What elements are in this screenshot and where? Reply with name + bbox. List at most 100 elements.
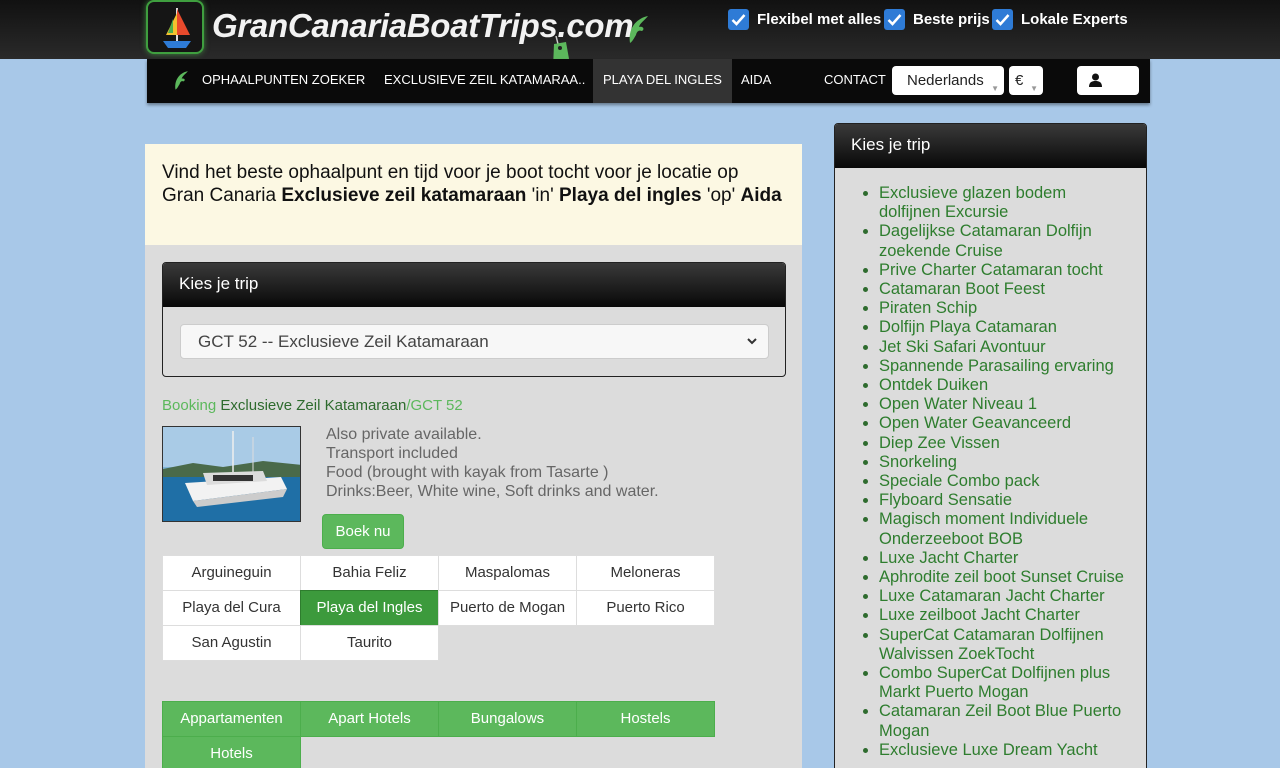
trip-link[interactable]: Catamaran Zeil Boot Blue Puerto Mogan — [879, 702, 1121, 739]
trip-link[interactable]: Luxe Catamaran Jacht Charter — [879, 587, 1105, 605]
alert-location: Playa del ingles — [559, 185, 702, 206]
dolphin-home-icon[interactable] — [171, 69, 191, 91]
catamaran-image — [162, 426, 301, 522]
chevron-down-icon — [746, 325, 758, 370]
trip-list-item[interactable]: Flyboard Sensatie — [879, 491, 1131, 510]
nav-contact[interactable]: CONTACT — [824, 59, 886, 103]
trip-list-item[interactable]: Piraten Schip — [879, 299, 1131, 318]
nav-pickup-finder[interactable]: OPHAALPUNTEN ZOEKER — [202, 59, 365, 103]
trip-list-item[interactable]: Exclusieve glazen bodem dolfijnen Excurs… — [879, 184, 1131, 222]
location-button[interactable]: Arguineguin — [162, 555, 301, 591]
trip-list-item[interactable]: Diep Zee Vissen — [879, 434, 1131, 453]
language-select[interactable]: Nederlands ▼ — [892, 66, 1004, 95]
location-button[interactable]: San Agustin — [162, 625, 301, 661]
location-button[interactable]: Taurito — [300, 625, 439, 661]
trip-list-item[interactable]: Catamaran Zeil Boot Blue Puerto Mogan — [879, 702, 1131, 740]
trip-list-item[interactable]: Ontdek Duiken — [879, 376, 1131, 395]
trip-list-item[interactable]: Dolfijn Playa Catamaran — [879, 318, 1131, 337]
accommodation-type-button[interactable]: Hotels — [162, 736, 301, 768]
trip-link[interactable]: Diep Zee Vissen — [879, 434, 1000, 452]
nav-trip[interactable]: EXCLUSIEVE ZEIL KATAMARAA.. — [384, 59, 585, 103]
caret-down-icon: ▼ — [1030, 84, 1038, 93]
trip-link[interactable]: Jet Ski Safari Avontuur — [879, 338, 1046, 356]
accommodation-type-button[interactable]: Apart Hotels — [300, 701, 439, 737]
trip-list-item[interactable]: Open Water Geavanceerd — [879, 414, 1131, 433]
feature-label: Lokale Experts — [1021, 11, 1128, 28]
user-icon — [1089, 73, 1102, 87]
currency-value: € — [1015, 72, 1024, 89]
book-now-button[interactable]: Boek nu — [322, 514, 404, 549]
feature-label: Beste prijs — [913, 11, 990, 28]
trip-link[interactable]: Piraten Schip — [879, 299, 977, 317]
trip-link[interactable]: Luxe Jacht Charter — [879, 549, 1018, 567]
main-content: Vind het beste ophaalpunt en tijd voor j… — [145, 144, 802, 768]
trip-list-item[interactable]: Magisch moment Individuele Onderzeeboot … — [879, 510, 1131, 548]
description-line: Also private available. — [326, 426, 482, 443]
trip-list-item[interactable]: Luxe Jacht Charter — [879, 549, 1131, 568]
breadcrumb-code: /GCT 52 — [406, 397, 463, 414]
sailboat-logo-icon[interactable] — [146, 0, 204, 54]
accommodation-type-button[interactable]: Bungalows — [438, 701, 577, 737]
trip-list-item[interactable]: Dagelijkse Catamaran Dolfijn zoekende Cr… — [879, 222, 1131, 260]
trip-link[interactable]: Exclusieve glazen bodem dolfijnen Excurs… — [879, 184, 1066, 221]
currency-select[interactable]: € ▼ — [1009, 66, 1043, 95]
trip-list: Exclusieve glazen bodem dolfijnen Excurs… — [861, 184, 1131, 760]
checkbox-icon — [992, 9, 1013, 30]
trip-list-item[interactable]: Exclusieve Luxe Dream Yacht — [879, 741, 1131, 760]
main-navbar: OPHAALPUNTEN ZOEKER EXCLUSIEVE ZEIL KATA… — [147, 59, 1150, 103]
language-value: Nederlands — [907, 72, 984, 89]
location-button[interactable]: Puerto Rico — [576, 590, 715, 626]
trip-link[interactable]: Prive Charter Catamaran tocht — [879, 261, 1103, 279]
trip-link[interactable]: Dolfijn Playa Catamaran — [879, 318, 1057, 336]
trip-link[interactable]: Snorkeling — [879, 453, 957, 471]
trip-select[interactable]: GCT 52 -- Exclusieve Zeil Katamaraan — [180, 324, 769, 359]
location-button-active[interactable]: Playa del Ingles — [300, 590, 439, 626]
trip-link[interactable]: Exclusieve Luxe Dream Yacht — [879, 741, 1098, 759]
trip-link[interactable]: Speciale Combo pack — [879, 472, 1040, 490]
trip-link[interactable]: Catamaran Boot Feest — [879, 280, 1045, 298]
trip-link[interactable]: Aphrodite zeil boot Sunset Cruise — [879, 568, 1124, 586]
accommodation-type-button[interactable]: Hostels — [576, 701, 715, 737]
trip-list-item[interactable]: Snorkeling — [879, 453, 1131, 472]
location-button[interactable]: Meloneras — [576, 555, 715, 591]
trip-link[interactable]: Open Water Niveau 1 — [879, 395, 1037, 413]
trip-link[interactable]: Open Water Geavanceerd — [879, 414, 1071, 432]
trip-list-item[interactable]: Catamaran Boot Feest — [879, 280, 1131, 299]
alert-trip: Exclusieve zeil katamaraan — [281, 185, 527, 206]
nav-hotel[interactable]: AIDA — [741, 59, 771, 103]
feature-local-experts: Lokale Experts — [992, 9, 1128, 30]
nav-location[interactable]: PLAYA DEL INGLES — [593, 59, 732, 103]
user-account-button[interactable] — [1077, 66, 1139, 95]
trip-list-item[interactable]: Aphrodite zeil boot Sunset Cruise — [879, 568, 1131, 587]
trip-list-item[interactable]: Luxe Catamaran Jacht Charter — [879, 587, 1131, 606]
trip-link[interactable]: Magisch moment Individuele Onderzeeboot … — [879, 510, 1088, 547]
alert-op: 'op' — [706, 185, 736, 206]
trip-link[interactable]: Ontdek Duiken — [879, 376, 988, 394]
caret-down-icon: ▼ — [991, 84, 999, 93]
site-header: GranCanariaBoatTrips.com Flexibel met al… — [0, 0, 1280, 74]
feature-flexible: Flexibel met alles — [728, 9, 881, 30]
breadcrumb-trip[interactable]: Exclusieve Zeil Katamaraan — [220, 397, 406, 414]
trip-link[interactable]: Combo SuperCat Dolfijnen plus Markt Puer… — [879, 664, 1110, 701]
trip-list-item[interactable]: Spannende Parasailing ervaring — [879, 357, 1131, 376]
trip-list-item[interactable]: Speciale Combo pack — [879, 472, 1131, 491]
trip-link[interactable]: Spannende Parasailing ervaring — [879, 357, 1114, 375]
trip-list-item[interactable]: Prive Charter Catamaran tocht — [879, 261, 1131, 280]
trip-link[interactable]: SuperCat Catamaran Dolfijnen Walvissen Z… — [879, 626, 1104, 663]
trip-list-item[interactable]: Open Water Niveau 1 — [879, 395, 1131, 414]
trip-list-item[interactable]: Combo SuperCat Dolfijnen plus Markt Puer… — [879, 664, 1131, 702]
trip-link[interactable]: Dagelijkse Catamaran Dolfijn zoekende Cr… — [879, 222, 1092, 259]
trip-list-item[interactable]: Jet Ski Safari Avontuur — [879, 338, 1131, 357]
trip-list-item[interactable]: Luxe zeilboot Jacht Charter — [879, 606, 1131, 625]
checkbox-icon — [728, 9, 749, 30]
location-button[interactable]: Maspalomas — [438, 555, 577, 591]
location-button[interactable]: Playa del Cura — [162, 590, 301, 626]
breadcrumb-booking[interactable]: Booking — [162, 397, 216, 414]
location-button[interactable]: Puerto de Mogan — [438, 590, 577, 626]
location-button[interactable]: Bahia Feliz — [300, 555, 439, 591]
accommodation-type-grid: Appartamenten Apart Hotels Bungalows Hos… — [162, 701, 715, 768]
trip-link[interactable]: Flyboard Sensatie — [879, 491, 1012, 509]
trip-link[interactable]: Luxe zeilboot Jacht Charter — [879, 606, 1080, 624]
trip-list-item[interactable]: SuperCat Catamaran Dolfijnen Walvissen Z… — [879, 626, 1131, 664]
accommodation-type-button[interactable]: Appartamenten — [162, 701, 301, 737]
